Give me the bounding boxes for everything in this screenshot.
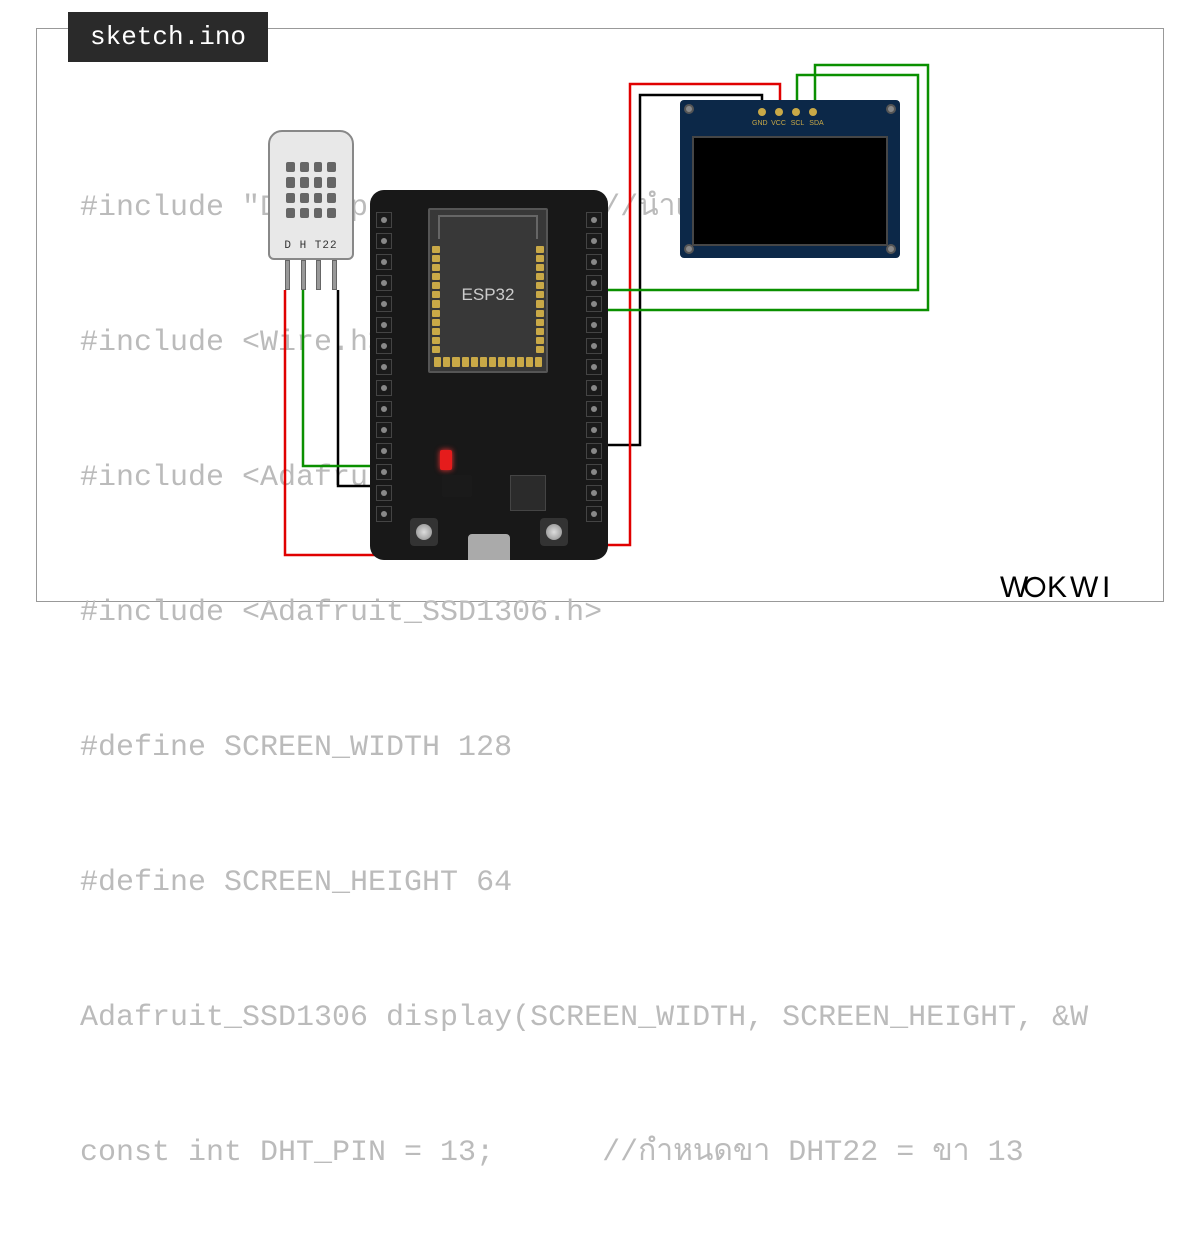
oled-label-sda: SDA <box>809 120 824 127</box>
esp32-chip-label: ESP32 <box>430 285 546 305</box>
esp32-pin[interactable] <box>586 317 602 333</box>
oled-pin-scl[interactable] <box>792 108 800 116</box>
esp32-pin[interactable] <box>586 401 602 417</box>
esp32-pin[interactable] <box>376 485 392 501</box>
esp32-boot-button[interactable] <box>540 518 568 546</box>
esp32-pin[interactable] <box>586 254 602 270</box>
oled-label-scl: SCL <box>790 120 805 127</box>
svg-text:K: K <box>1047 571 1069 604</box>
esp32-pin[interactable] <box>376 401 392 417</box>
oled-pin-labels: GND VCC SCL SDA <box>752 120 824 127</box>
esp32-en-button[interactable] <box>410 518 438 546</box>
esp32-pin[interactable] <box>586 485 602 501</box>
oled-label-gnd: GND <box>752 120 767 127</box>
esp32-pin[interactable] <box>586 422 602 438</box>
esp32-pin[interactable] <box>376 296 392 312</box>
esp32-pin[interactable] <box>586 233 602 249</box>
code-line: Adafruit_SSD1306 display(SCREEN_WIDTH, S… <box>80 996 1160 1041</box>
esp32-board[interactable]: ESP32 <box>370 190 608 560</box>
dht22-pin-vcc[interactable] <box>285 260 290 290</box>
esp32-pin[interactable] <box>586 443 602 459</box>
esp32-pin[interactable] <box>376 275 392 291</box>
esp32-pin[interactable] <box>586 464 602 480</box>
esp32-usb-port-icon <box>468 534 510 560</box>
esp32-pin[interactable] <box>586 506 602 522</box>
esp32-pins-left <box>376 212 392 522</box>
oled-pin-sda[interactable] <box>809 108 817 116</box>
esp32-pins-right <box>586 212 602 522</box>
oled-label-vcc: VCC <box>771 120 786 127</box>
esp32-pin[interactable] <box>586 296 602 312</box>
dht22-body: D H T22 <box>268 130 354 260</box>
dht22-pin-gnd[interactable] <box>332 260 337 290</box>
esp32-module: ESP32 <box>428 208 548 373</box>
esp32-power-led-icon <box>440 450 452 470</box>
esp32-pin[interactable] <box>586 359 602 375</box>
wokwi-logo-icon: W K W I <box>1000 567 1150 607</box>
code-line: const int DHT_PIN = 13; //กำหนดขา DHT22 … <box>80 1131 1160 1176</box>
esp32-pin[interactable] <box>376 464 392 480</box>
esp32-pin[interactable] <box>376 317 392 333</box>
dht22-label: D H T22 <box>270 240 352 252</box>
dht22-pin-nc[interactable] <box>316 260 321 290</box>
esp32-pin[interactable] <box>586 380 602 396</box>
esp32-antenna-icon <box>438 215 538 239</box>
code-line: #define SCREEN_WIDTH 128 <box>80 726 1160 771</box>
esp32-pin[interactable] <box>376 338 392 354</box>
esp32-pin[interactable] <box>376 443 392 459</box>
oled-pin-gnd[interactable] <box>758 108 766 116</box>
esp32-pin[interactable] <box>376 359 392 375</box>
esp32-usb-chip-icon <box>510 475 546 511</box>
esp32-pin[interactable] <box>376 233 392 249</box>
esp32-pin[interactable] <box>586 275 602 291</box>
esp32-pin[interactable] <box>586 212 602 228</box>
esp32-pin[interactable] <box>376 212 392 228</box>
code-line: #define SCREEN_HEIGHT 64 <box>80 861 1160 906</box>
dht22-sensor[interactable]: D H T22 <box>268 130 354 285</box>
svg-text:I: I <box>1102 571 1112 604</box>
oled-screen <box>692 136 888 246</box>
esp32-pin[interactable] <box>586 338 602 354</box>
components-layer: D H T22 ESP32 <box>0 0 1200 630</box>
esp32-pin[interactable] <box>376 254 392 270</box>
wokwi-watermark: W K W I <box>1000 567 1150 616</box>
esp32-pin[interactable] <box>376 380 392 396</box>
svg-text:W: W <box>1070 571 1100 604</box>
oled-display[interactable]: GND VCC SCL SDA <box>680 100 900 258</box>
esp32-pin[interactable] <box>376 506 392 522</box>
filename-tab[interactable]: sketch.ino <box>68 12 268 62</box>
esp32-pin[interactable] <box>376 422 392 438</box>
oled-pin-vcc[interactable] <box>775 108 783 116</box>
esp32-regulator-icon <box>442 475 472 497</box>
dht22-pin-sda[interactable] <box>301 260 306 290</box>
